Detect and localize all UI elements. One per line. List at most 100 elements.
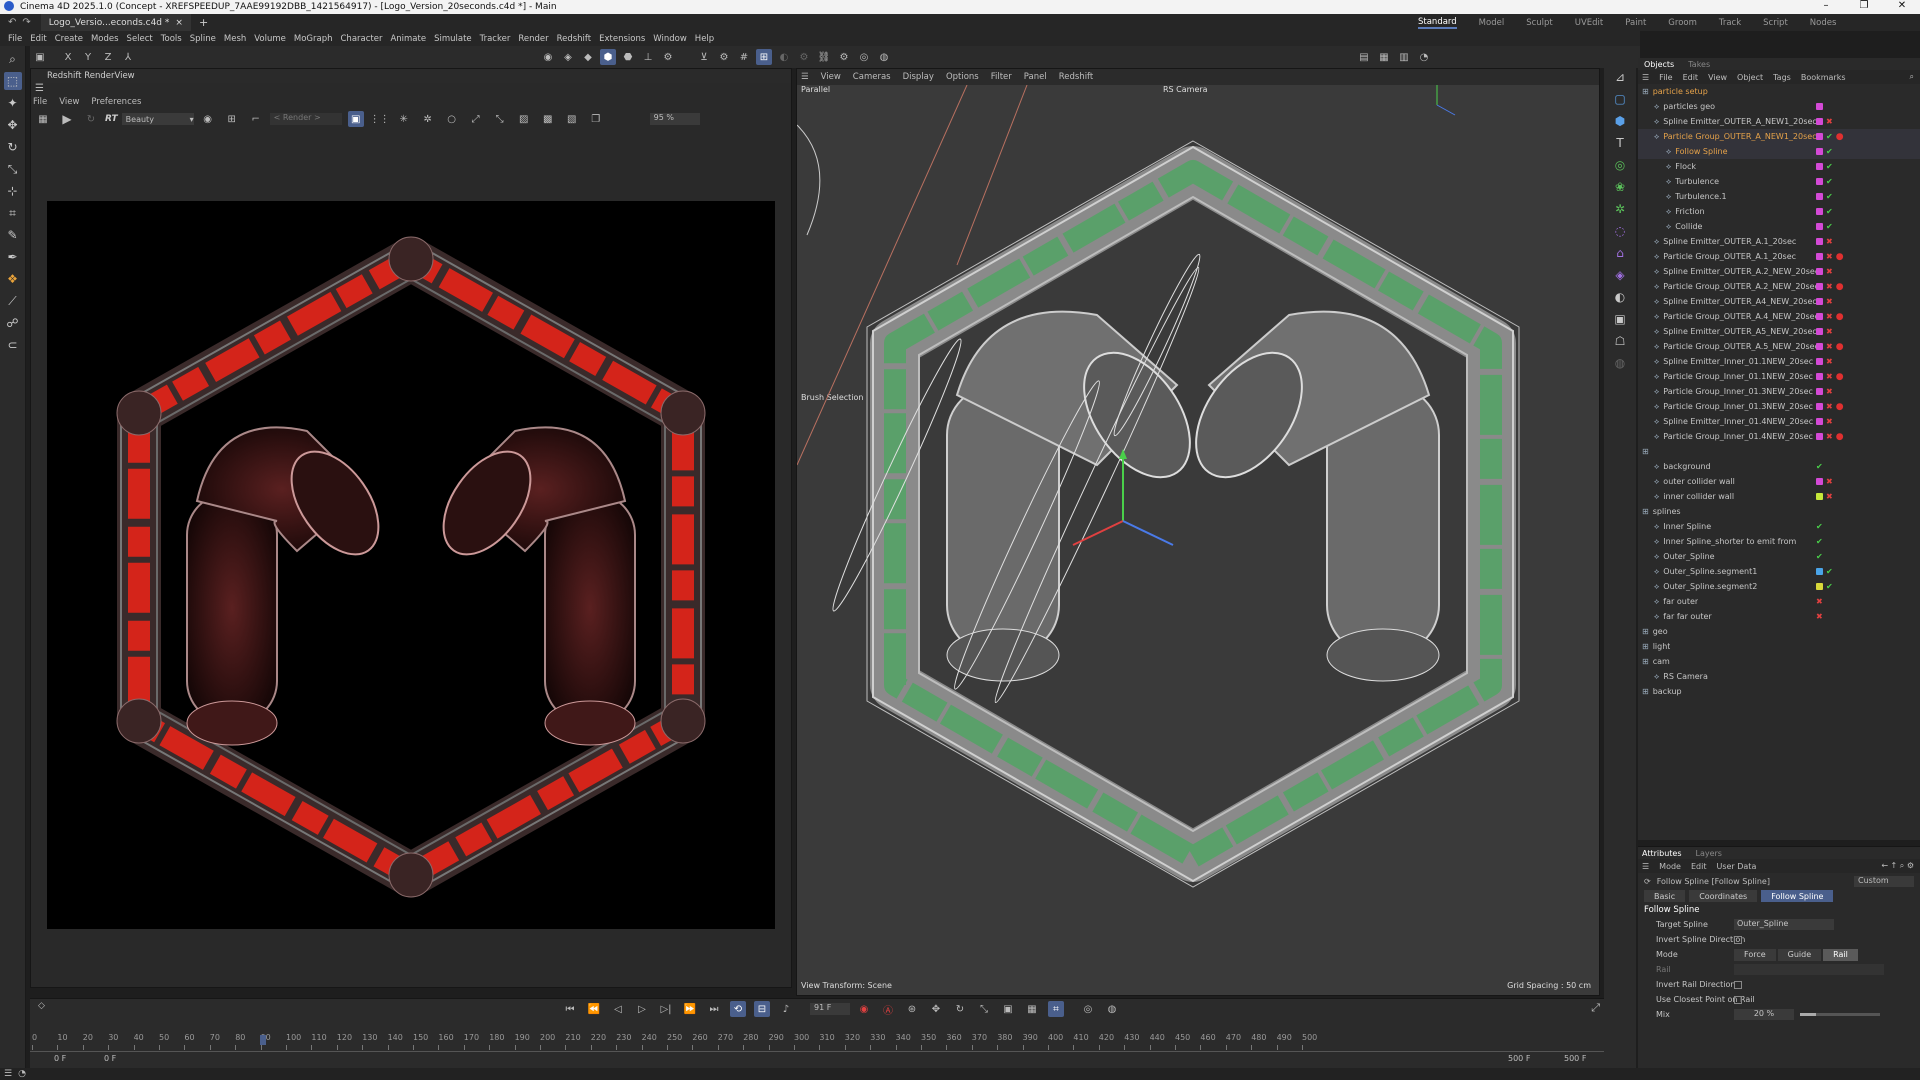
list-item[interactable]: ⟡ far outer ✖ — [1638, 594, 1920, 609]
workplane-icon[interactable]: ⊞ — [756, 49, 772, 65]
menu-redshift[interactable]: Redshift — [557, 34, 592, 44]
render-queue-icon[interactable]: ▥ — [1396, 49, 1412, 65]
layer-color-swatch[interactable] — [1816, 118, 1823, 125]
settings-gear-icon[interactable]: ⚙ — [660, 49, 676, 65]
crop-icon[interactable]: ⌐ — [248, 111, 264, 127]
object-browser-icon[interactable]: ⊿ — [1611, 68, 1629, 86]
sculpt-icon[interactable]: ☍ — [4, 314, 22, 332]
snapshot-icon[interactable]: ▣ — [347, 111, 364, 127]
disabled-x-icon[interactable]: ✖ — [1826, 432, 1833, 441]
circle-icon[interactable]: ○ — [444, 111, 460, 127]
expand-icon[interactable]: ⤢ — [468, 111, 484, 127]
soft-selection-icon[interactable]: ⚙ — [836, 49, 852, 65]
timeline-ruler[interactable]: 0102030405060708090100110120130140150160… — [30, 999, 1604, 1059]
list-item[interactable]: ⟡ Spline Emitter_Inner_01.4NEW_20sec ✖ — [1638, 414, 1920, 429]
disabled-x-icon[interactable]: ✖ — [1826, 297, 1833, 306]
layer-color-swatch[interactable] — [1816, 103, 1823, 110]
disabled-x-icon[interactable]: ✖ — [1826, 477, 1833, 486]
disabled-x-icon[interactable]: ✖ — [1826, 357, 1833, 366]
grid-snap-icon[interactable]: # — [736, 49, 752, 65]
layout-tab-track[interactable]: Track — [1719, 18, 1741, 28]
rotate-tool-icon[interactable]: ↻ — [4, 138, 22, 156]
layer-color-swatch[interactable] — [1816, 133, 1823, 140]
polygons-mode-icon[interactable]: ◆ — [580, 49, 596, 65]
material-icon[interactable]: ◐ — [1611, 288, 1629, 306]
range-end-b[interactable]: 500 F — [1564, 1054, 1586, 1063]
brush-icon[interactable]: ✎ — [4, 226, 22, 244]
menu-animate[interactable]: Animate — [390, 34, 426, 44]
axis-x-toggle[interactable]: X — [60, 49, 76, 65]
layer-color-swatch[interactable] — [1816, 373, 1823, 380]
list-item[interactable]: ⟡ Particle Group_OUTER_A.1_20sec ✖ ● — [1638, 249, 1920, 264]
panel-menu-icon[interactable]: ☰ — [35, 83, 44, 94]
attr-menu-mode[interactable]: Mode — [1659, 862, 1681, 871]
disabled-x-icon[interactable]: ✖ — [1826, 417, 1833, 426]
disabled-x-icon[interactable]: ✖ — [1826, 342, 1833, 351]
om-menu-view[interactable]: View — [1708, 73, 1727, 82]
om-menu-tags[interactable]: Tags — [1773, 73, 1791, 82]
om-menu-bookmarks[interactable]: Bookmarks — [1801, 73, 1846, 82]
list-item[interactable]: ⊞ — [1638, 444, 1920, 459]
list-item[interactable]: ⟡ Flock ✔ — [1638, 159, 1920, 174]
attr-menu-edit[interactable]: Edit — [1691, 862, 1707, 871]
enabled-check-icon[interactable]: ✔ — [1826, 162, 1833, 171]
disabled-x-icon[interactable]: ✖ — [1826, 117, 1833, 126]
layer-color-swatch[interactable] — [1816, 328, 1823, 335]
cube-icon[interactable]: ▢ — [1611, 90, 1629, 108]
invert-rail-checkbox[interactable] — [1734, 980, 1742, 989]
mode-guide-button[interactable]: Guide — [1777, 948, 1822, 961]
layer-color-swatch[interactable] — [1816, 478, 1823, 485]
material-tag-icon[interactable]: ● — [1836, 372, 1844, 382]
paint-icon[interactable]: ❖ — [4, 270, 22, 288]
layer-color-swatch[interactable] — [1816, 238, 1823, 245]
list-item[interactable]: ⟡ Particle Group_Inner_01.4NEW_20sec ✖ ● — [1638, 429, 1920, 444]
rt-toggle[interactable]: RT — [105, 114, 118, 124]
list-item[interactable]: ⊞ particle setup — [1638, 84, 1920, 99]
attr-tab-layers[interactable]: Layers — [1696, 849, 1722, 858]
om-menu-file[interactable]: File — [1659, 73, 1672, 82]
snap-settings-icon[interactable]: ⚙ — [716, 49, 732, 65]
enabled-check-icon[interactable]: ✔ — [1826, 222, 1833, 231]
vp-menu-options[interactable]: Options — [946, 72, 979, 82]
attr-subtab-basic[interactable]: Basic — [1644, 890, 1686, 902]
scale-tool-icon[interactable]: ⤡ — [4, 160, 22, 178]
om-menu-icon[interactable]: ☰ — [1642, 73, 1649, 82]
points-mode-icon[interactable]: ◉ — [540, 49, 556, 65]
layer-color-swatch[interactable] — [1816, 418, 1823, 425]
layer-color-swatch[interactable] — [1816, 208, 1823, 215]
lock-icon[interactable]: ⛓ — [816, 49, 832, 65]
render-play-button[interactable]: ▶ — [59, 111, 75, 127]
list-item[interactable]: ⟡ Spline Emitter_OUTER_A_NEW1_20sec ✖ — [1638, 114, 1920, 129]
object-mode-icon[interactable]: ⬢ — [600, 49, 616, 65]
layer-color-swatch[interactable] — [1816, 148, 1823, 155]
vp-menu-display[interactable]: Display — [903, 72, 934, 82]
list-item[interactable]: ⊞ geo — [1638, 624, 1920, 639]
list-item[interactable]: ⟡ Spline Emitter_OUTER_A4_NEW_20sec ✖ — [1638, 294, 1920, 309]
redo-icon[interactable]: ↷ — [22, 17, 30, 28]
layer-color-swatch[interactable] — [1816, 343, 1823, 350]
enabled-check-icon[interactable]: ✔ — [1826, 567, 1833, 576]
transform-icon[interactable]: ⊹ — [4, 182, 22, 200]
live-select-icon[interactable]: ✦ — [4, 94, 22, 112]
menu-volume[interactable]: Volume — [254, 34, 286, 44]
text-icon[interactable]: T — [1611, 134, 1629, 152]
playhead[interactable] — [260, 1035, 267, 1045]
closest-point-checkbox[interactable] — [1734, 995, 1742, 1004]
list-item[interactable]: ⟡ Inner Spline_shorter to emit from ✔ — [1638, 534, 1920, 549]
mode-rail-button[interactable]: Rail — [1823, 948, 1858, 961]
attr-subtab-follow-spline[interactable]: Follow Spline — [1761, 890, 1834, 902]
om-search-icon[interactable]: ⌕ — [1910, 72, 1914, 82]
generator-icon[interactable]: ◎ — [1611, 156, 1629, 174]
layer-color-swatch[interactable] — [1816, 583, 1823, 590]
disabled-x-icon[interactable]: ✖ — [1826, 282, 1833, 291]
rv-menu-preferences[interactable]: Preferences — [91, 97, 141, 107]
list-item[interactable]: ⊞ cam — [1638, 654, 1920, 669]
scene-icon[interactable]: ▣ — [1611, 310, 1629, 328]
list-item[interactable]: ⟡ Outer_Spline ✔ — [1638, 549, 1920, 564]
list-item[interactable]: ⟡ Spline Emitter_OUTER_A.2_NEW_20sec ✖ — [1638, 264, 1920, 279]
render-canvas[interactable] — [47, 201, 775, 929]
list-item[interactable]: ⊞ splines — [1638, 504, 1920, 519]
snap-icon[interactable]: ⌗ — [4, 204, 22, 222]
menu-tools[interactable]: Tools — [161, 34, 182, 44]
list-item[interactable]: ⊞ light — [1638, 639, 1920, 654]
